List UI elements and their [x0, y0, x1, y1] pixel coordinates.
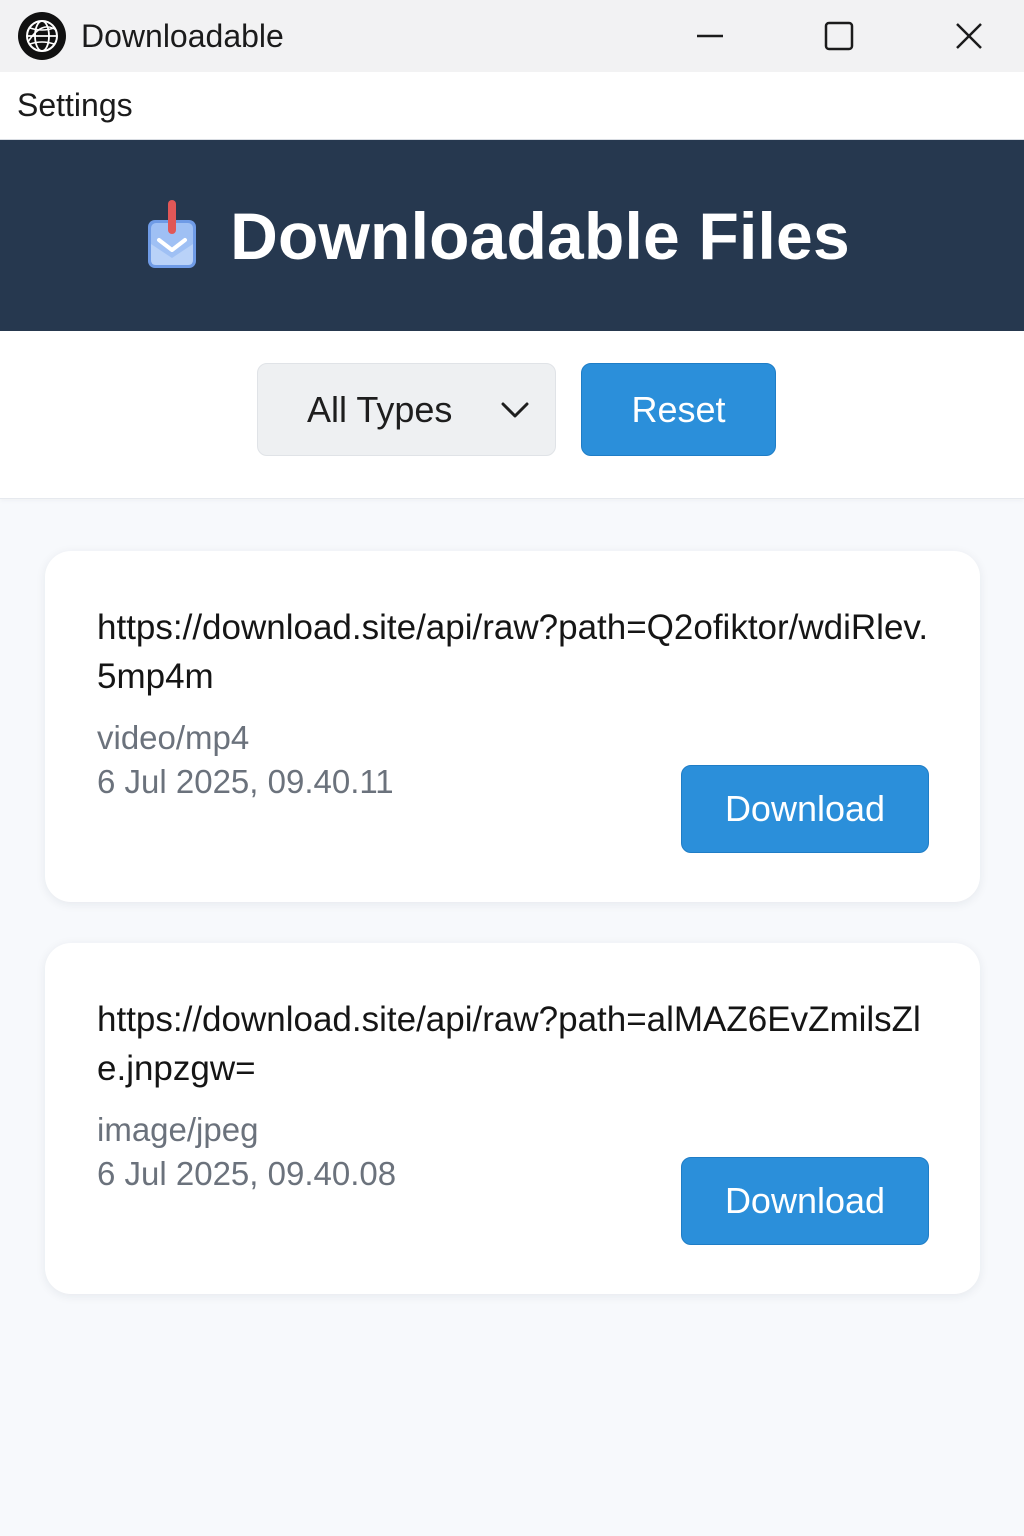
header-content: Downloadable Files	[142, 198, 850, 274]
file-url: https://download.site/api/raw?path=alMAZ…	[97, 1000, 921, 1088]
minimize-icon	[697, 34, 723, 38]
minimize-button[interactable]	[660, 0, 760, 72]
file-type: video/mp4	[97, 719, 250, 756]
maximize-icon	[824, 21, 854, 51]
globe-icon	[18, 12, 66, 60]
chevron-down-icon	[501, 402, 529, 418]
menu-bar: Settings	[0, 72, 1024, 140]
file-date: 6 Jul 2025, 09.40.08	[97, 1155, 397, 1192]
page-header: Downloadable Files	[0, 140, 1024, 331]
file-url: https://download.site/api/raw?path=Q2ofi…	[97, 608, 929, 696]
close-button[interactable]	[919, 0, 1019, 72]
type-filter-select[interactable]: All Types	[257, 363, 556, 456]
download-button[interactable]: Download	[681, 765, 929, 853]
menu-settings[interactable]: Settings	[17, 87, 133, 124]
title-bar: Downloadable	[0, 0, 1024, 72]
file-card: https://download.site/api/raw?path=Q2ofi…	[45, 551, 980, 902]
file-date: 6 Jul 2025, 09.40.11	[97, 763, 394, 800]
file-card: https://download.site/api/raw?path=alMAZ…	[45, 943, 980, 1294]
filter-bar: All Types Reset	[0, 331, 1024, 499]
file-type: image/jpeg	[97, 1111, 259, 1148]
page-title: Downloadable Files	[230, 198, 850, 273]
window-title: Downloadable	[81, 18, 284, 54]
download-button[interactable]: Download	[681, 1157, 929, 1245]
download-tray-icon	[148, 199, 197, 268]
app-window: Downloadable Settings Downloadable Files…	[0, 0, 1024, 1536]
type-filter-value: All Types	[307, 388, 453, 430]
close-icon	[956, 23, 982, 49]
maximize-button[interactable]	[789, 0, 889, 72]
reset-button[interactable]: Reset	[581, 363, 776, 456]
